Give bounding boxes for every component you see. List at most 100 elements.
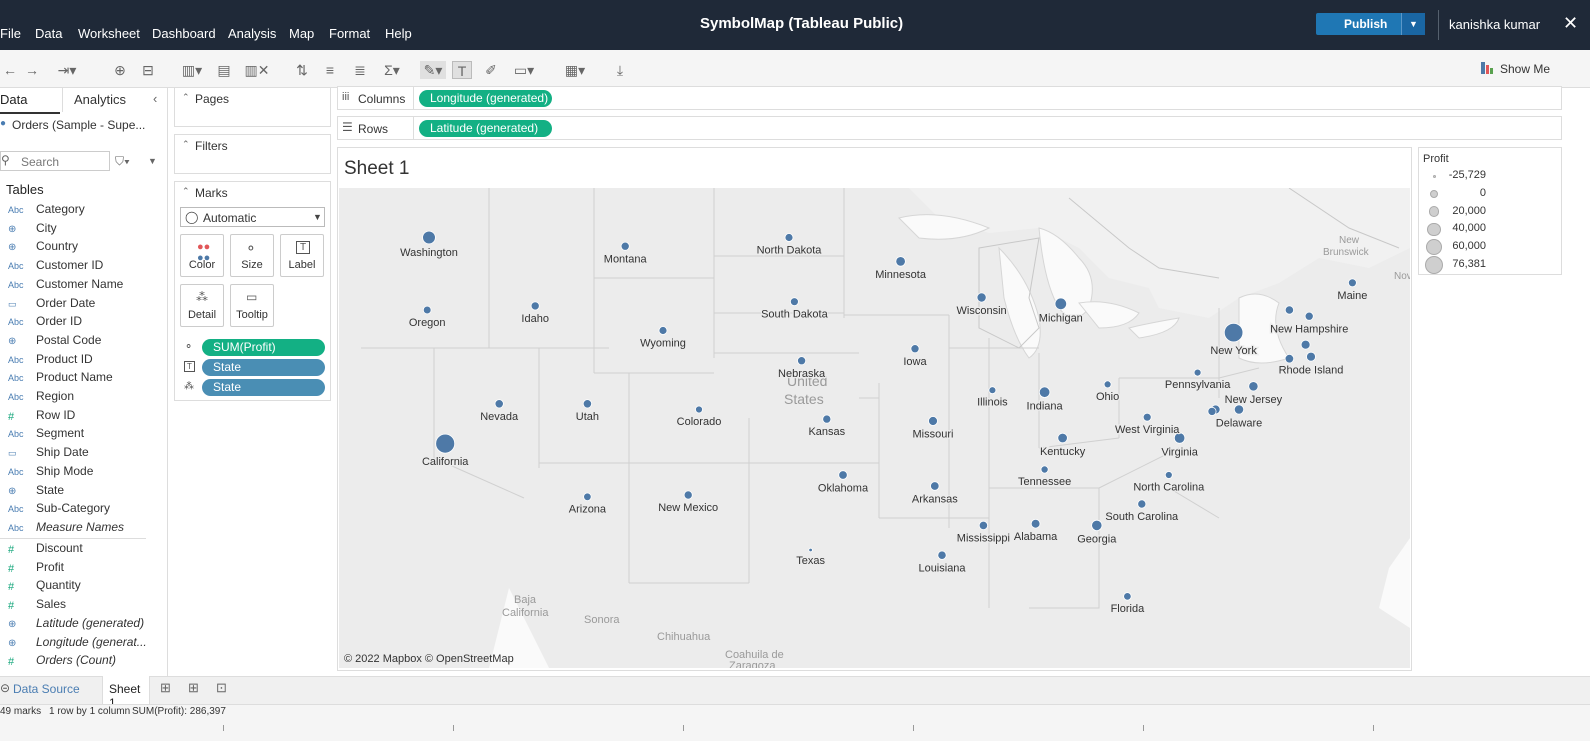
- map-mark-new-jersey[interactable]: [1248, 381, 1259, 392]
- chevron-down-icon[interactable]: ⌃: [182, 92, 190, 103]
- pause-updates-icon[interactable]: ⊟: [138, 61, 158, 79]
- map-mark-alabama[interactable]: [1030, 518, 1041, 529]
- search-input[interactable]: ⚲ Search: [0, 151, 110, 171]
- field-item[interactable]: Customer Name: [36, 277, 123, 291]
- field-item[interactable]: Longitude (generat...: [36, 635, 147, 649]
- map-mark-michigan[interactable]: [1054, 297, 1068, 311]
- rows-shelf[interactable]: ☰ Rows Latitude (generated): [337, 116, 1562, 140]
- field-item[interactable]: Latitude (generated): [36, 616, 144, 630]
- field-item[interactable]: Order Date: [36, 296, 95, 310]
- map-mark-colorado[interactable]: [695, 405, 703, 414]
- map-mark-arkansas[interactable]: [930, 481, 940, 491]
- redo-icon[interactable]: →: [22, 61, 42, 79]
- close-icon[interactable]: ✕: [1563, 13, 1578, 34]
- field-item[interactable]: Country: [36, 239, 78, 253]
- datasource-name[interactable]: Orders (Sample - Supe...: [12, 118, 145, 132]
- field-item[interactable]: State: [36, 483, 64, 497]
- field-item[interactable]: Ship Date: [36, 445, 89, 459]
- map-mark-new-york[interactable]: [1223, 322, 1244, 343]
- menu-map[interactable]: Map: [289, 26, 314, 41]
- map-mark-illinois[interactable]: [988, 386, 997, 395]
- map-mark-montana[interactable]: [620, 241, 630, 251]
- map-canvas[interactable]: United States New Brunswick Nov Baja Cal…: [339, 188, 1410, 668]
- map-mark-oklahoma[interactable]: [838, 470, 848, 480]
- field-item[interactable]: Ship Mode: [36, 464, 93, 478]
- map-mark-wisconsin[interactable]: [976, 292, 987, 303]
- map-mark-north-dakota[interactable]: [784, 233, 794, 242]
- map-mark-oregon[interactable]: [422, 305, 432, 315]
- tab-data-source[interactable]: Data Source: [13, 682, 80, 696]
- new-worksheet-tab-icon[interactable]: ⊞: [160, 680, 171, 696]
- map-mark-florida[interactable]: [1123, 592, 1132, 601]
- publish-button[interactable]: Publish: [1316, 13, 1403, 35]
- clear-sheet-icon[interactable]: ▥✕: [244, 61, 270, 79]
- new-story-tab-icon[interactable]: ⊡: [216, 680, 227, 696]
- new-dashboard-tab-icon[interactable]: ⊞: [188, 680, 199, 696]
- collapse-pane-icon[interactable]: ‹: [153, 91, 157, 106]
- pill-state-label[interactable]: State: [202, 359, 325, 376]
- show-me-button[interactable]: Show Me: [1500, 62, 1550, 76]
- duplicate-sheet-icon[interactable]: ▤: [214, 61, 234, 79]
- user-name[interactable]: kanishka kumar: [1449, 17, 1540, 32]
- map-mark-west-virginia[interactable]: [1142, 412, 1152, 422]
- field-item[interactable]: Measure Names: [36, 520, 124, 534]
- map-mark-north-carolina[interactable]: [1164, 471, 1173, 479]
- map-attribution[interactable]: © 2022 Mapbox © OpenStreetMap: [344, 653, 514, 665]
- pill-state-detail[interactable]: State: [202, 379, 325, 396]
- field-item[interactable]: Segment: [36, 426, 84, 440]
- pill-longitude[interactable]: Longitude (generated): [419, 90, 552, 107]
- filter-fields-icon[interactable]: ⛉▾: [115, 154, 130, 169]
- field-item[interactable]: Product ID: [36, 352, 93, 366]
- map-mark-georgia[interactable]: [1091, 519, 1103, 531]
- field-item[interactable]: Sales: [36, 597, 66, 611]
- map-mark-new-mexico[interactable]: [683, 490, 693, 500]
- field-item[interactable]: Profit: [36, 560, 64, 574]
- map-mark-wyoming[interactable]: [658, 326, 668, 335]
- columns-shelf[interactable]: iii Columns Longitude (generated): [337, 86, 1562, 110]
- map-mark-missouri[interactable]: [928, 416, 938, 426]
- field-item[interactable]: Postal Code: [36, 333, 101, 347]
- field-item[interactable]: Quantity: [36, 578, 81, 592]
- filters-card[interactable]: ⌃ Filters: [174, 134, 331, 174]
- map-mark-pennsylvania[interactable]: [1193, 368, 1202, 377]
- map-mark-kentucky[interactable]: [1057, 432, 1068, 444]
- map-mark-ohio[interactable]: [1103, 380, 1112, 389]
- highlight-icon[interactable]: ✎▾: [420, 61, 446, 79]
- chevron-down-icon[interactable]: ⌃: [182, 186, 190, 197]
- map-mark-indiana[interactable]: [1038, 386, 1051, 398]
- menu-dashboard[interactable]: Dashboard: [152, 26, 216, 41]
- field-item[interactable]: Row ID: [36, 408, 75, 422]
- detail-button[interactable]: ⁂ Detail: [180, 284, 224, 327]
- field-item[interactable]: Sub-Category: [36, 501, 110, 515]
- map-mark-louisiana[interactable]: [937, 550, 947, 560]
- map-mark-maine[interactable]: [1348, 278, 1357, 288]
- new-datasource-icon[interactable]: ⊕: [110, 61, 130, 79]
- map-mark-tennessee[interactable]: [1040, 465, 1049, 474]
- field-item[interactable]: City: [36, 221, 57, 235]
- pane-menu-icon[interactable]: ▼: [148, 156, 157, 166]
- map-mark-arizona[interactable]: [583, 492, 592, 501]
- publish-dropdown-icon[interactable]: ▼: [1401, 13, 1425, 35]
- format-workbook-icon[interactable]: ✐: [481, 61, 501, 79]
- size-button[interactable]: ⚬ Size: [230, 234, 274, 277]
- label-button[interactable]: T Label: [280, 234, 324, 277]
- map-mark-minnesota[interactable]: [895, 256, 906, 267]
- map-mark-delaware[interactable]: [1233, 404, 1245, 415]
- menu-format[interactable]: Format: [329, 26, 370, 41]
- field-item[interactable]: Orders (Count): [36, 653, 116, 667]
- map-mark-mississippi[interactable]: [978, 520, 989, 530]
- tab-analytics[interactable]: Analytics: [74, 92, 126, 107]
- show-mark-labels-icon[interactable]: T: [452, 61, 472, 79]
- menu-analysis[interactable]: Analysis: [228, 26, 276, 41]
- map-mark-idaho[interactable]: [530, 301, 540, 311]
- field-item[interactable]: Category: [36, 202, 85, 216]
- sheet-title[interactable]: Sheet 1: [344, 158, 410, 180]
- pill-latitude[interactable]: Latitude (generated): [419, 120, 552, 137]
- tab-data[interactable]: Data: [0, 92, 27, 107]
- show-me-icon[interactable]: [1480, 61, 1494, 75]
- field-item[interactable]: Customer ID: [36, 258, 103, 272]
- map-mark-district-of-columbia[interactable]: [1207, 406, 1217, 416]
- fit-icon[interactable]: ▭▾: [510, 61, 538, 79]
- map-mark-vermont[interactable]: [1284, 305, 1295, 315]
- map-mark-utah[interactable]: [582, 399, 592, 409]
